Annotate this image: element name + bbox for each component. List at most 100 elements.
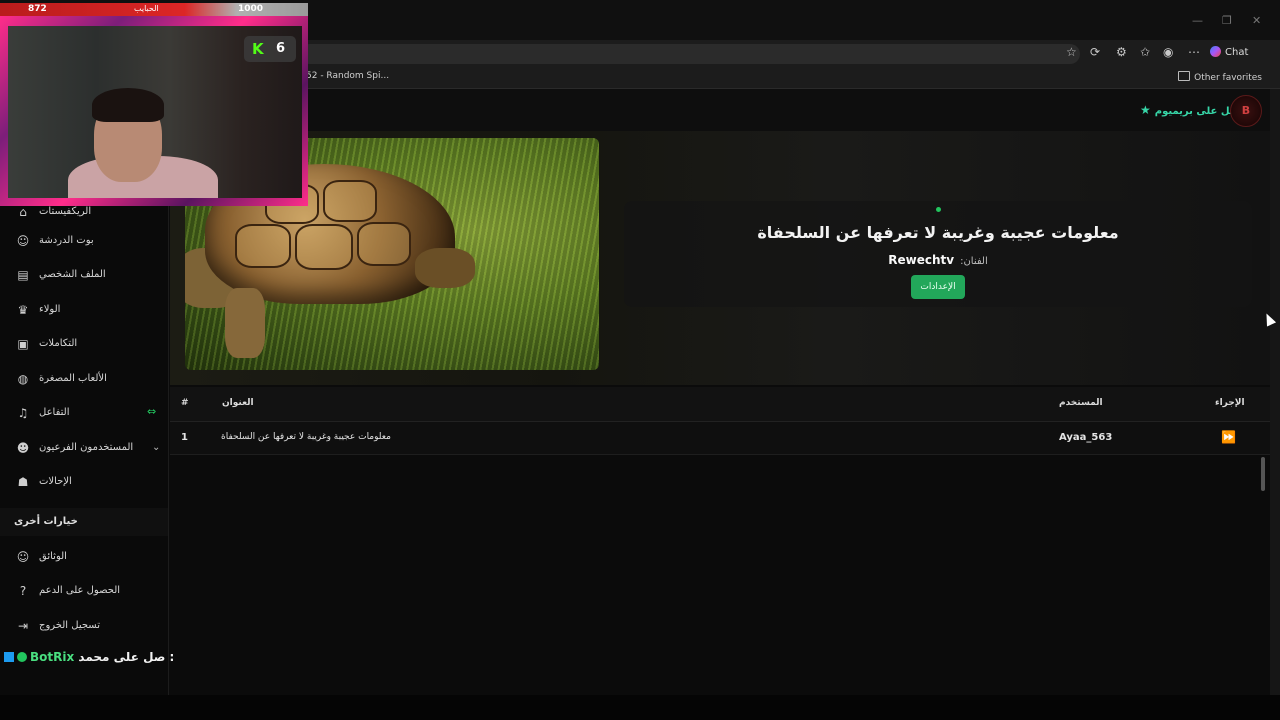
- turtle-leg-shape: [225, 288, 265, 358]
- minimize-icon[interactable]: —: [1192, 14, 1203, 27]
- sidebar-item-label: الملف الشخصي: [39, 269, 106, 280]
- home-icon: ⌂: [19, 205, 27, 219]
- question-icon: ?: [19, 584, 27, 598]
- robot-icon: ☺: [16, 550, 30, 564]
- sidebar-item-docs[interactable]: ☺ الوثائق: [0, 544, 168, 572]
- sidebar-item-label: الوثائق: [39, 551, 67, 562]
- row-title: معلومات عجيبة وغريبة لا تعرفها عن السلحف…: [221, 432, 391, 442]
- sidebar-item-logout[interactable]: ⇥ تسجيل الخروج: [0, 613, 168, 641]
- person-hair-shape: [92, 88, 164, 122]
- users-icon: ☻: [16, 441, 30, 455]
- link-icon: ⇔: [147, 405, 157, 418]
- favorites-icon[interactable]: ✩: [1140, 45, 1150, 59]
- shell-scute: [323, 180, 377, 222]
- gamepad-icon: ◍: [17, 372, 29, 386]
- sidebar-item-label: الولاء: [39, 304, 61, 315]
- verified-icon: [17, 652, 27, 662]
- row-index: 1: [181, 432, 188, 443]
- artist-name: Rewechtv: [888, 253, 955, 267]
- table-header: # العنوان المستخدم الإجراء: [170, 387, 1270, 422]
- sidebar-item-referrals[interactable]: ☗ الإحالات: [0, 469, 168, 497]
- sidebar-item-label: تسجيل الخروج: [39, 620, 101, 631]
- sidebar-item-label: الإحالات: [39, 476, 72, 487]
- table-scrollbar[interactable]: [1261, 457, 1265, 491]
- shell-scute: [357, 222, 411, 266]
- favorite-link[interactable]: 52 - Random Spi...: [306, 71, 389, 81]
- sidebar: ⌂ الريكفيستات ☺ بوت الدردشة ▤ الملف الشخ…: [0, 131, 169, 695]
- chat-label: Chat: [1225, 47, 1249, 58]
- track-info-card: معلومات عجيبة وغريبة لا تعرفها عن السلحف…: [624, 201, 1252, 307]
- table-row[interactable]: 1 معلومات عجيبة وغريبة لا تعرفها عن السل…: [170, 422, 1270, 491]
- sidebar-item-label: الحصول على الدعم: [39, 585, 121, 596]
- other-favorites-label: Other favorites: [1194, 73, 1262, 83]
- shell-scute: [295, 224, 353, 270]
- sidebar-item-label: المستخدمون الفرعيون: [39, 442, 134, 453]
- webcam-video: K 6: [8, 26, 302, 198]
- artist-label: :الفنان: [960, 256, 988, 267]
- platform-icon: [4, 652, 14, 662]
- sidebar-item-chatbot[interactable]: ☺ بوت الدردشة: [0, 228, 168, 256]
- copilot-icon: [1210, 46, 1221, 57]
- page-scrollbar[interactable]: [1270, 89, 1280, 695]
- sidebar-section-other: خيارات أخرى: [0, 508, 168, 536]
- chat-username: BotRix: [30, 650, 75, 664]
- turtle-leg-shape: [415, 248, 475, 288]
- address-bar[interactable]: [300, 44, 1080, 64]
- column-header-title: العنوان: [222, 398, 254, 408]
- sidebar-item-label: التكاملات: [39, 338, 78, 349]
- sidebar-item-loyalty[interactable]: ♛ الولاء: [0, 297, 168, 325]
- plug-icon: ▣: [17, 337, 29, 351]
- star-icon: ★: [1140, 103, 1151, 117]
- profile-icon[interactable]: ◉: [1163, 45, 1173, 59]
- sidebar-item-integrations[interactable]: ▣ التكاملات: [0, 331, 168, 359]
- column-header-user: المستخدم: [1059, 398, 1103, 408]
- chevron-down-icon[interactable]: ⌄: [152, 442, 160, 453]
- section-title: خيارات أخرى: [14, 516, 78, 527]
- chat-text: صل على محمد :: [78, 650, 175, 664]
- trophy-icon: ♛: [17, 303, 29, 317]
- sidebar-item-support[interactable]: ? الحصول على الدعم: [0, 578, 168, 606]
- sidebar-item-subusers[interactable]: ☻ المستخدمون الفرعيون ⌄: [0, 435, 168, 463]
- row-user: Ayaa_563: [1059, 432, 1113, 443]
- other-favorites-button[interactable]: Other favorites: [1178, 71, 1262, 83]
- sidebar-item-minigames[interactable]: ◍ الألعاب المصغرة: [0, 366, 168, 394]
- more-icon[interactable]: ⋯: [1188, 45, 1200, 59]
- robot-icon: ☺: [16, 234, 30, 248]
- track-title: معلومات عجيبة وغريبة لا تعرفها عن السلحف…: [757, 223, 1119, 242]
- goal-current: 872: [28, 4, 47, 14]
- user-group-icon: ☗: [17, 475, 29, 489]
- now-playing-panel: معلومات عجيبة وغريبة لا تعرفها عن السلحف…: [170, 131, 1270, 385]
- chat-overlay-message: BotRix صل على محمد :: [4, 650, 174, 664]
- sidebar-item-label: الريكفيستات: [39, 206, 92, 217]
- shell-scute: [235, 224, 291, 268]
- folder-icon: [1178, 71, 1191, 81]
- goal-target: 1000: [238, 4, 264, 14]
- restore-icon[interactable]: ❐: [1222, 14, 1232, 27]
- music-icon: ♫: [17, 406, 29, 420]
- column-header-index: #: [181, 398, 189, 408]
- kick-logo-icon: K: [252, 40, 264, 58]
- extensions-icon[interactable]: ⚙: [1116, 45, 1127, 59]
- webcam-overlay: 872 الحبايب 1000 B K 6: [0, 0, 308, 206]
- kick-badge: K 6: [244, 36, 296, 62]
- sidebar-item-label: التفاعل: [39, 407, 70, 418]
- artist-row: Rewechtv :الفنان: [624, 253, 1252, 267]
- close-icon[interactable]: ✕: [1252, 14, 1261, 27]
- kick-count: 6: [276, 41, 286, 56]
- live-status-dot: [936, 207, 941, 212]
- goal-label: الحبايب: [134, 4, 159, 13]
- chat-button[interactable]: Chat: [1210, 46, 1248, 58]
- settings-button[interactable]: الإعدادات: [911, 275, 965, 299]
- webcam-frame: B K 6: [0, 16, 308, 206]
- goal-progress-bar: 872 الحبايب 1000: [0, 3, 308, 16]
- sidebar-item-interaction[interactable]: ♫ التفاعل ⇔: [0, 400, 168, 428]
- app-logo[interactable]: B: [1230, 95, 1262, 127]
- favorite-star-icon[interactable]: ☆: [1066, 45, 1077, 59]
- logout-icon: ⇥: [17, 619, 29, 633]
- id-card-icon: ▤: [17, 268, 29, 282]
- refresh-icon[interactable]: ⟳: [1090, 45, 1100, 59]
- play-next-icon[interactable]: ⏩: [1221, 430, 1236, 444]
- sidebar-item-label: بوت الدردشة: [39, 235, 94, 246]
- sidebar-item-profile[interactable]: ▤ الملف الشخصي: [0, 262, 168, 290]
- column-header-action: الإجراء: [1215, 398, 1245, 408]
